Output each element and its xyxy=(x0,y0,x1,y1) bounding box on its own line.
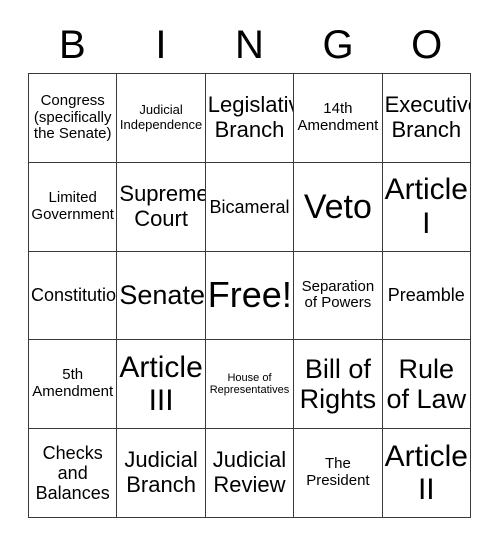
bingo-cell[interactable]: Judicial Review xyxy=(205,429,295,518)
bingo-cell[interactable]: Preamble xyxy=(382,251,471,341)
bingo-cell[interactable]: Article III xyxy=(117,340,206,430)
bingo-cell[interactable]: Supreme Court xyxy=(117,162,206,252)
bingo-cell-label: Article III xyxy=(119,350,203,418)
bingo-cell-label: Judicial Branch xyxy=(124,447,198,498)
bingo-cell[interactable]: Free! xyxy=(205,251,295,341)
bingo-cell[interactable]: Rule of Law xyxy=(382,340,471,430)
bingo-cell-label: The President xyxy=(306,455,370,490)
bingo-header-letter-n: N xyxy=(235,22,264,67)
bingo-cell[interactable]: Limited Government xyxy=(29,162,118,252)
bingo-cell[interactable]: Constitution xyxy=(29,251,118,341)
bingo-cell[interactable]: Senate xyxy=(117,251,206,341)
bingo-cell[interactable]: 14th Amendment xyxy=(294,74,383,163)
bingo-cell-label: Checks and Balances xyxy=(35,442,110,504)
bingo-cell-label: Limited Government xyxy=(31,188,114,223)
bingo-cell[interactable]: House of Representatives xyxy=(205,340,295,430)
bingo-cell-label: Veto xyxy=(303,187,372,226)
bingo-cell[interactable]: Separation of Powers xyxy=(294,251,383,341)
bingo-header-letter-b: B xyxy=(58,22,86,67)
bingo-cell-label: Free! xyxy=(207,274,292,316)
bingo-cell[interactable]: Congress (specifically the Senate) xyxy=(29,74,118,163)
bingo-cell-label: Judicial Independence xyxy=(119,102,203,132)
bingo-cell[interactable]: Bill of Rights xyxy=(294,340,383,430)
bingo-cell-label: 14th Amendment xyxy=(297,100,379,134)
bingo-cell-label: Legislative Branch xyxy=(207,92,293,142)
bingo-cell-label: Article I xyxy=(384,173,468,240)
bingo-cell[interactable]: Article I xyxy=(382,162,471,252)
bingo-cell[interactable]: Judicial Independence xyxy=(117,74,206,163)
bingo-cell[interactable]: Veto xyxy=(294,162,383,252)
bingo-cell[interactable]: Checks and Balances xyxy=(29,429,118,518)
bingo-cell[interactable]: Article II xyxy=(382,429,471,518)
bingo-cell-label: House of Representatives xyxy=(209,371,290,397)
bingo-cell-label: Bill of Rights xyxy=(299,354,377,415)
bingo-card: B I N G O Congress (specifically the Sen… xyxy=(0,0,500,544)
bingo-cell-label: Rule of Law xyxy=(386,354,467,415)
bingo-grid: Congress (specifically the Senate) Judici… xyxy=(28,73,471,518)
bingo-cell[interactable]: Executive Branch xyxy=(382,74,471,163)
bingo-cell-label: 5th Amendment xyxy=(32,366,114,401)
bingo-cell[interactable]: Bicameral xyxy=(205,162,295,252)
bingo-cell-label: Congress (specifically the Senate) xyxy=(33,91,112,143)
bingo-cell-label: Judicial Review xyxy=(212,447,287,498)
bingo-cell-label: Constitution xyxy=(31,285,118,306)
bingo-cell[interactable]: The President xyxy=(294,429,383,518)
bingo-cell-label: Bicameral xyxy=(209,196,290,217)
bingo-header-letter-o: O xyxy=(411,22,443,67)
bingo-header-row: B I N G O xyxy=(28,16,471,73)
bingo-cell-label: Separation of Powers xyxy=(301,277,375,312)
bingo-header-letter-i: I xyxy=(155,22,167,67)
bingo-cell-label: Executive Branch xyxy=(384,92,471,142)
bingo-cell[interactable]: 5th Amendment xyxy=(29,340,118,430)
bingo-cell-label: Preamble xyxy=(387,285,465,306)
bingo-cell-label: Article II xyxy=(384,439,468,507)
bingo-cell[interactable]: Judicial Branch xyxy=(117,429,206,518)
bingo-cell-label: Supreme Court xyxy=(119,181,206,231)
bingo-header-letter-g: G xyxy=(322,22,354,67)
bingo-cell-label: Senate xyxy=(119,280,205,311)
bingo-cell[interactable]: Legislative Branch xyxy=(205,74,295,163)
